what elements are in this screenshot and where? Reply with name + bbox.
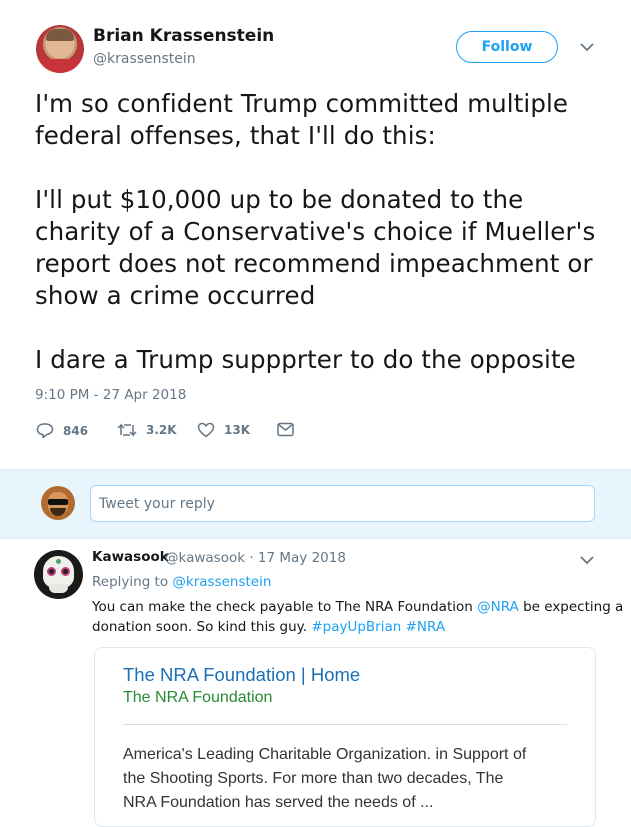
reply-author-meta[interactable]: @kawasook · 17 May 2018 [165,550,346,566]
replying-to-handle[interactable]: @krassenstein [172,574,271,590]
reply-action[interactable]: 846 [36,422,88,439]
link-card-description-line: America's Leading Charitable Organizatio… [123,746,527,763]
reply-text: be expecting a [523,599,624,615]
replying-to-label: Replying to [92,574,169,590]
tweet-text-line: I'll put $10,000 up to be donated to the [35,185,524,214]
like-icon [197,422,215,438]
tweet-timestamp[interactable]: 9:10 PM - 27 Apr 2018 [35,387,186,403]
like-action[interactable]: 13K [197,422,250,438]
link-card-title[interactable]: The NRA Foundation | Home [123,664,360,686]
chevron-down-icon[interactable] [580,42,594,52]
hashtag-link[interactable]: #NRA [406,619,445,635]
reply-text: You can make the check payable to The NR… [92,599,473,615]
replying-to: Replying to @krassenstein [92,574,271,590]
link-card-divider [123,724,567,725]
author-avatar[interactable] [36,25,84,73]
reply-text-line: You can make the check payable to The NR… [92,597,623,617]
tweet-text-line: show a crime occurred [35,281,316,310]
reply-count: 846 [63,423,89,438]
link-card-site: The NRA Foundation [123,689,273,706]
like-count: 13K [224,423,250,437]
tweet-text-line: report does not recommend impeachment or [35,249,593,278]
message-icon [277,422,294,437]
author-display-name[interactable]: Brian Krassenstein [93,26,274,46]
hashtag-link[interactable]: #payUpBrian [311,619,401,635]
current-user-avatar[interactable] [41,486,75,520]
tweet-text-line: I dare a Trump suppprter to do the oppos… [35,345,576,374]
link-card-description-line: the Shooting Sports. For more than two d… [123,770,504,787]
retweet-action[interactable]: 3.2K [117,422,177,438]
reply-text: donation soon. So kind this guy. [92,619,308,635]
retweet-icon [117,422,137,438]
reply-text-line: donation soon. So kind this guy. #payUpB… [92,617,445,637]
tweet-text-line: federal offenses, that I'll do this: [35,121,436,150]
tweet-text-line: charity of a Conservative's choice if Mu… [35,217,596,246]
retweet-count: 3.2K [146,423,177,437]
link-card-description-line: NRA Foundation has served the needs of .… [123,794,434,811]
reply-input[interactable]: Tweet your reply [90,485,595,522]
reply-author-name[interactable]: Kawasook [92,549,169,565]
author-handle[interactable]: @krassenstein [93,51,196,67]
chevron-down-icon[interactable] [580,555,594,565]
reply-icon [36,422,54,439]
reply-author-avatar[interactable] [34,550,83,599]
mention-link[interactable]: @NRA [477,599,519,615]
tweet-text-line: I'm so confident Trump committed multipl… [35,89,569,118]
follow-button[interactable]: Follow [456,31,558,63]
message-action[interactable] [277,422,294,437]
